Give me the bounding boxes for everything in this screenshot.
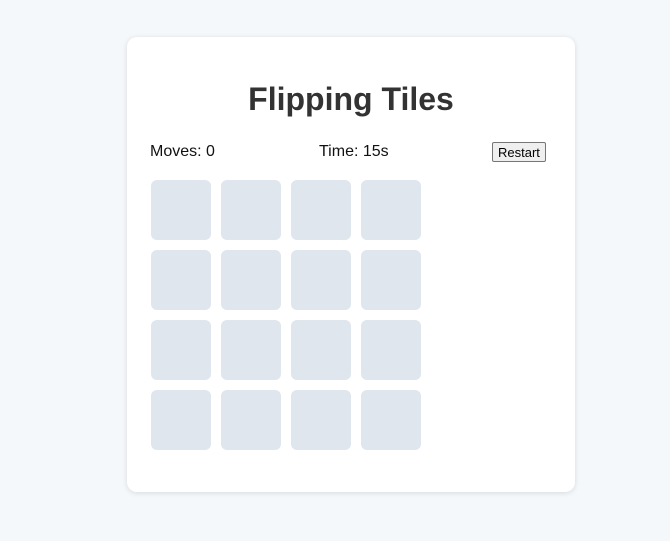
tile[interactable] [361,390,421,450]
timer: Time: 15s [319,143,389,160]
tile[interactable] [151,180,211,240]
tile[interactable] [221,320,281,380]
tile[interactable] [151,320,211,380]
tile[interactable] [151,390,211,450]
tile[interactable] [151,250,211,310]
moves-counter: Moves: 0 [150,143,215,160]
tile[interactable] [221,250,281,310]
stats-bar: Moves: 0 Time: 15s Restart [150,141,550,163]
tile[interactable] [291,320,351,380]
restart-button[interactable]: Restart [492,142,546,162]
tile[interactable] [361,320,421,380]
tile[interactable] [361,180,421,240]
tile[interactable] [361,250,421,310]
tile[interactable] [291,180,351,240]
game-title: Flipping Tiles [248,81,454,117]
tile[interactable] [291,250,351,310]
tile[interactable] [221,390,281,450]
tile-grid [151,180,421,450]
game-card: Flipping Tiles Moves: 0 Time: 15s Restar… [127,37,575,492]
tile[interactable] [221,180,281,240]
tile[interactable] [291,390,351,450]
